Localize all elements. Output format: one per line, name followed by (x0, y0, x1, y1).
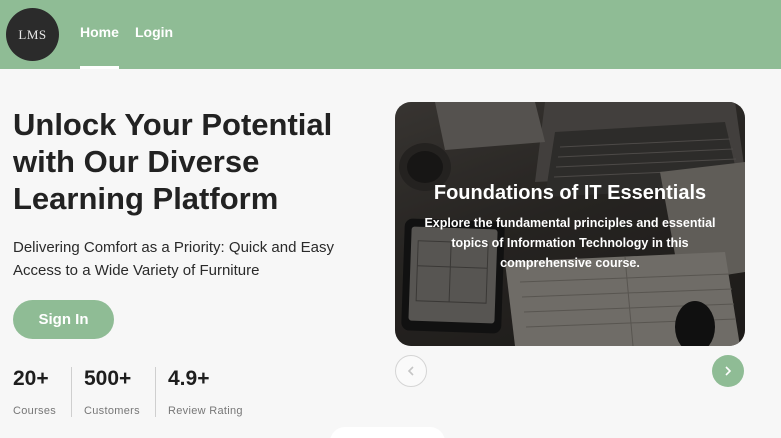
nav-home-link[interactable]: Home (80, 24, 119, 40)
course-carousel-card[interactable]: Foundations of IT Essentials Explore the… (395, 102, 745, 346)
carousel-prev-button[interactable] (395, 355, 427, 387)
hero-title: Unlock Your Potential with Our Diverse L… (13, 107, 333, 216)
stat-label: Review Rating (168, 405, 243, 417)
logo[interactable]: LMS (6, 8, 59, 61)
hero-subtitle: Delivering Comfort as a Priority: Quick … (13, 239, 334, 279)
stat-courses: 20+ Courses (13, 367, 56, 417)
stat-value: 4.9+ (168, 367, 210, 390)
stat-divider (71, 367, 72, 417)
stat-divider (155, 367, 156, 417)
bottom-pill-decoration (330, 427, 445, 438)
active-nav-indicator (80, 66, 119, 69)
chevron-right-icon (725, 366, 732, 376)
carousel-next-button[interactable] (712, 355, 744, 387)
chevron-left-icon (407, 366, 414, 376)
stat-value: 20+ (13, 367, 49, 390)
stat-label: Customers (84, 405, 140, 417)
top-navbar: LMS Home Login (0, 0, 781, 69)
course-title: Foundations of IT Essentials (433, 182, 707, 204)
stat-customers: 500+ Customers (84, 367, 140, 417)
nav-login-link[interactable]: Login (135, 24, 173, 40)
course-description: Explore the fundamental principles and e… (424, 216, 716, 270)
stat-value: 500+ (84, 367, 132, 390)
stat-review-rating: 4.9+ Review Rating (168, 367, 243, 417)
stat-label: Courses (13, 405, 57, 417)
sign-in-button[interactable]: Sign In (13, 300, 114, 339)
page: LMS Home Login Unlock Your Potential wit… (0, 0, 781, 438)
